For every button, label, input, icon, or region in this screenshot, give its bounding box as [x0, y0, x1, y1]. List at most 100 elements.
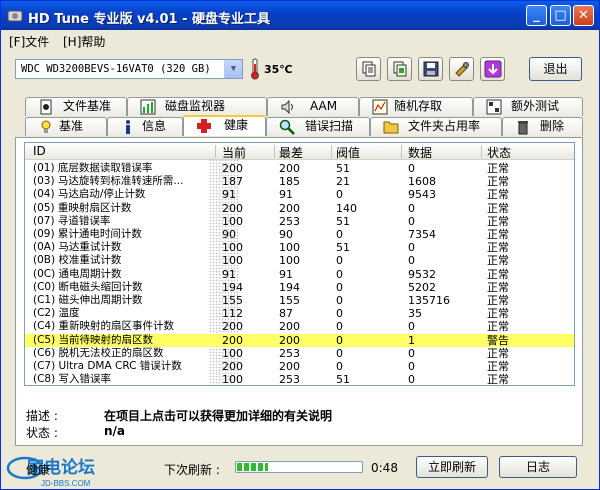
column-separator[interactable]	[215, 145, 216, 158]
maximize-button[interactable]: □	[550, 5, 571, 26]
worst-value: 100	[279, 241, 300, 255]
tab-benchmark[interactable]: 基准	[25, 117, 107, 136]
tab-label: 健康	[224, 118, 249, 132]
threshold-value: 0	[336, 267, 343, 281]
attribute-status: 正常	[487, 320, 509, 334]
threshold-value: 0	[336, 320, 343, 334]
column-threshold[interactable]: 阀值	[336, 144, 360, 161]
attribute-status: 正常	[487, 280, 509, 294]
current-value: 100	[222, 241, 243, 255]
column-separator[interactable]	[331, 145, 332, 158]
worst-value: 200	[279, 360, 300, 373]
attribute-id: (04) 马达启动/停止计数	[33, 188, 146, 201]
table-row[interactable]: (C5) 当前待映射的扇区数 200 200 0 1 警告	[25, 333, 574, 347]
chevron-down-icon[interactable]: ▼	[224, 60, 242, 78]
attribute-status: 正常	[487, 175, 509, 189]
current-value: 200	[222, 333, 243, 347]
table-header: ID 当前 最差 阀值 数据 状态	[25, 143, 574, 161]
tab-file-benchmark[interactable]: 文件基准	[25, 97, 127, 116]
menu-file[interactable]: [F]文件	[9, 33, 49, 50]
table-row[interactable]: (03) 马达旋转到标准转速所需... 187 185 21 1608 正常	[25, 175, 574, 189]
raw-data: 0	[408, 320, 415, 334]
worst-value: 91	[279, 188, 293, 202]
refresh-now-button[interactable]: 立即刷新	[416, 456, 488, 478]
menu-help[interactable]: [H]帮助	[63, 33, 105, 50]
attribute-id: (C7) Ultra DMA CRC 错误计数	[33, 360, 182, 372]
current-value: 100	[222, 346, 243, 360]
file-benchmark-icon	[40, 99, 52, 115]
attribute-id: (09) 累计通电时间计数	[33, 228, 142, 240]
current-value: 91	[222, 188, 236, 202]
save-button[interactable]	[418, 57, 443, 81]
table-row[interactable]: (01) 底层数据读取错误率 200 200 51 0 正常	[25, 162, 574, 175]
current-value: 112	[222, 307, 243, 321]
title-bar[interactable]: HD Tune 专业版 v4.01 - 硬盘专业工具 _ □ ✕	[1, 1, 599, 30]
column-separator[interactable]	[401, 145, 402, 158]
tab-info[interactable]: 信息	[107, 117, 183, 136]
attribute-status: 正常	[487, 267, 509, 281]
options-button[interactable]	[449, 57, 474, 81]
tab-extra-tests[interactable]: 额外测试	[473, 97, 583, 116]
column-data[interactable]: 数据	[408, 144, 432, 161]
worst-value: 185	[279, 175, 300, 189]
copy-screen-icon	[393, 61, 406, 77]
tab-label: 文件夹占用率	[408, 119, 481, 133]
tab-erase[interactable]: 删除	[502, 117, 583, 136]
table-row[interactable]: (C2) 温度 112 87 0 35 正常	[25, 307, 574, 321]
tab-label: 删除	[540, 119, 565, 133]
smart-table[interactable]: ID 当前 最差 阀值 数据 状态 (01) 底层数据读取错误率 200 200 51…	[24, 142, 575, 386]
attribute-status: 正常	[487, 228, 509, 241]
column-worst[interactable]: 最差	[279, 144, 303, 161]
worst-value: 200	[279, 162, 300, 175]
column-separator[interactable]	[481, 145, 482, 158]
table-row[interactable]: (0C) 通电周期计数 91 91 0 9532 正常	[25, 267, 574, 281]
raw-data: 135716	[408, 294, 450, 307]
attribute-id: (0B) 校准重试计数	[33, 254, 122, 267]
options-icon	[454, 62, 469, 77]
table-row[interactable]: (C7) Ultra DMA CRC 错误计数 200 200 0 0 正常	[25, 360, 574, 373]
threshold-value: 0	[336, 188, 343, 202]
copy-text-button[interactable]	[356, 57, 381, 81]
tab-random-access[interactable]: 随机存取	[359, 97, 473, 116]
health-status-label: 健康	[26, 463, 51, 477]
worst-value: 253	[279, 346, 300, 360]
table-row[interactable]: (C1) 磁头伸出周期计数 155 155 0 135716 正常	[25, 294, 574, 307]
table-row[interactable]: (05) 重映射扇区计数 200 200 140 0 正常	[25, 201, 574, 215]
raw-data: 35	[408, 307, 422, 321]
table-row[interactable]: (04) 马达启动/停止计数 91 91 0 9543 正常	[25, 188, 574, 202]
worst-value: 194	[279, 280, 300, 294]
progress-fill	[237, 463, 268, 471]
attribute-status: 正常	[487, 346, 509, 360]
close-button[interactable]: ✕	[573, 5, 594, 26]
current-value: 200	[222, 201, 243, 215]
download-button[interactable]	[480, 57, 505, 81]
watermark-url: JD-BBS.COM	[41, 479, 91, 488]
column-separator[interactable]	[274, 145, 275, 158]
table-row[interactable]: (0A) 马达重试计数 100 100 51 0 正常	[25, 241, 574, 255]
table-row[interactable]: (09) 累计通电时间计数 90 90 0 7354 正常	[25, 228, 574, 241]
table-row[interactable]: (07) 寻道错误率 100 253 51 0 正常	[25, 215, 574, 228]
copy-text-icon	[362, 61, 375, 77]
column-status[interactable]: 状态	[487, 144, 511, 161]
table-row[interactable]: (C8) 写入错误率 100 253 51 0 正常	[25, 373, 574, 385]
table-row[interactable]: (C4) 重新映射的扇区事件计数 200 200 0 0 正常	[25, 320, 574, 334]
table-row[interactable]: (0B) 校准重试计数 100 100 0 0 正常	[25, 254, 574, 268]
copy-screen-button[interactable]	[387, 57, 412, 81]
exit-button[interactable]: 退出	[529, 57, 582, 81]
drive-select[interactable]: WDC WD3200BEVS-16VAT0 (320 GB) ▼	[15, 59, 243, 79]
table-row[interactable]: (C6) 脱机无法校正的扇区数 100 253 0 0 正常	[25, 346, 574, 360]
description-label: 描述 :	[26, 409, 58, 423]
column-id[interactable]: ID	[33, 144, 46, 158]
raw-data: 0	[408, 254, 415, 268]
benchmark-icon	[41, 120, 51, 133]
tab-folder-usage[interactable]: 文件夹占用率	[370, 117, 502, 136]
worst-value: 90	[279, 228, 293, 241]
log-button[interactable]: 日志	[499, 456, 577, 478]
tab-aam[interactable]: AAM	[267, 97, 359, 116]
minimize-button[interactable]: _	[526, 5, 547, 26]
threshold-value: 0	[336, 333, 343, 347]
tab-disk-monitor[interactable]: 磁盘监视器	[127, 97, 267, 116]
tab-error-scan[interactable]: 错误扫描	[266, 117, 370, 136]
table-row[interactable]: (C0) 断电磁头缩回计数 194 194 0 5202 正常	[25, 280, 574, 294]
tab-health[interactable]: 健康	[183, 115, 266, 136]
